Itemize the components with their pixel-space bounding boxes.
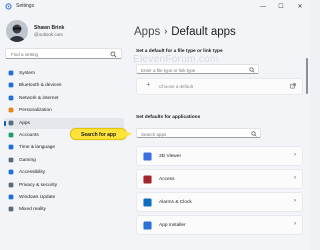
settings-app-icon [5,3,12,10]
minimize-button[interactable]: — [256,0,270,14]
search-icon [251,131,257,137]
sidebar-item-label: Accounts [19,133,39,138]
breadcrumb-separator: › [164,26,168,36]
sidebar-item-label: System [19,71,35,76]
sidebar-item-label: Personalization [19,108,52,114]
bluetooth-icon [8,82,14,88]
search-for-app-callout: Search for app [70,128,127,140]
callout-arrow [125,131,132,137]
package-icon [143,221,152,230]
sidebar-item-system[interactable]: System [4,68,124,79]
apps-icon [8,120,14,125]
settings-window: Settings — ☐ ✕ Shawn Brink @outlook.com … [0,0,310,250]
breadcrumb-apps-link[interactable]: Apps [134,26,160,38]
main-content: Apps › Default apps Set a default for a fi… [131,14,310,250]
sidebar-item-windows-update[interactable]: Windows Update [4,192,124,203]
window-title: Settings [16,3,35,9]
find-setting-input[interactable]: Find a setting [5,48,122,59]
external-link-icon [290,83,296,89]
sidebar-item-label: Time & language [19,145,56,151]
breadcrumb: Apps › Default apps [134,26,236,38]
sidebar-item-apps[interactable]: Apps [4,117,124,129]
search-apps-input[interactable]: Search apps [136,128,261,138]
watermark-text: ElevenForum.com [133,54,219,65]
app-row-access[interactable]: Access › [136,169,303,189]
app-row-alarms-clock[interactable]: Alarms & Clock › [136,192,303,212]
update-icon [8,194,14,200]
sidebar-item-network-internet[interactable]: Network & internet [4,93,124,104]
search-apps-placeholder: Search apps [141,131,167,137]
sidebar-item-label: Gaming [19,157,36,163]
app-name: Alarms & Clock [159,200,192,205]
file-type-input[interactable]: Enter a file type or link type [136,64,259,74]
chevron-right-icon: › [294,152,296,158]
search-icon [249,67,255,73]
user-name: Shawn Brink [34,25,65,31]
sidebar-item-bluetooth-devices[interactable]: Bluetooth & devices [4,80,124,91]
sidebar-item-accessibility[interactable]: Accessibility [4,167,124,178]
sidebar-item-label: Mixed reality [19,207,46,213]
app-row-3d-viewer[interactable]: 3D Viewer › [136,146,303,166]
sidebar-item-personalization[interactable]: Personalization [4,105,124,116]
callout-text: Search for app [80,131,116,138]
sidebar-item-label: Windows Update [19,195,56,200]
user-avatar-image [6,20,28,42]
find-setting-placeholder: Find a setting [11,52,39,57]
user-email: @outlook.com [34,32,63,37]
headset-icon [8,206,14,212]
close-button[interactable]: ✕ [293,0,307,14]
brush-icon [8,107,14,113]
chevron-right-icon: › [294,221,296,227]
sidebar-item-label: Privacy & security [19,182,58,188]
sidebar-item-label: Apps [19,120,30,126]
app-name: Access [159,177,175,182]
wifi-icon [8,95,14,101]
file-type-placeholder: Enter a file type or link type [141,67,196,73]
maximize-button[interactable]: ☐ [274,0,288,14]
sidebar-item-time-language[interactable]: Time & language [4,142,124,153]
accessibility-icon [8,169,14,175]
chevron-right-icon: › [294,198,296,204]
title-bar: Settings — ☐ ✕ [0,0,310,14]
plus-icon: + [146,80,151,89]
monitor-icon [8,70,14,76]
chevron-right-icon: › [294,175,296,181]
sidebar-item-gaming[interactable]: Gaming [4,155,124,166]
app-name: 3D Viewer [159,154,182,159]
sidebar-item-mixed-reality[interactable]: Mixed reality [4,204,124,215]
app-row-app-installer[interactable]: App Installer › [136,215,303,235]
app-name: App Installer [159,223,186,228]
choose-default-label: Choose a default [159,84,194,89]
active-indicator [4,120,6,126]
avatar[interactable] [6,20,28,42]
shield-icon [8,182,14,187]
sidebar-item-label: Bluetooth & devices [19,83,62,89]
sidebar-item-privacy-security[interactable]: Privacy & security [4,180,124,191]
controller-icon [8,157,14,163]
access-icon [143,175,152,184]
apps-defaults-heading: Set defaults for applications [136,115,201,120]
clock-icon [143,198,152,207]
page-title: Default apps [171,26,236,38]
search-icon [110,51,117,58]
scrollbar[interactable] [306,58,308,94]
choose-default-card[interactable]: Choose a default + [136,78,303,95]
globe-clock-icon [8,144,14,150]
sidebar-item-label: Network & internet [19,95,59,101]
sidebar-item-label: Accessibility [19,170,46,176]
person-icon [8,132,14,138]
cube-icon [143,152,152,161]
